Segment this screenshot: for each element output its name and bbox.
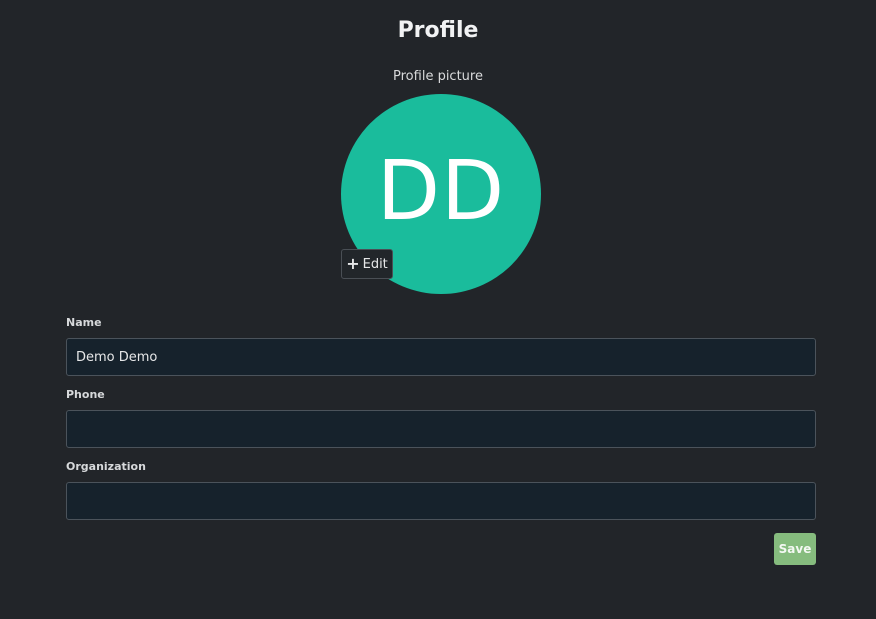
phone-input[interactable] (66, 410, 816, 448)
avatar-initials: DD (376, 144, 506, 239)
profile-picture-label: Profile picture (393, 69, 483, 84)
organization-input[interactable] (66, 482, 816, 520)
page-title: Profile (397, 18, 479, 43)
save-button[interactable]: Save (774, 533, 816, 565)
name-input[interactable] (66, 338, 816, 376)
name-label: Name (66, 316, 102, 329)
edit-button-label: Edit (362, 256, 388, 272)
organization-label: Organization (66, 460, 146, 473)
phone-label: Phone (66, 388, 105, 401)
edit-picture-button[interactable]: + Edit (341, 249, 393, 279)
profile-page: Profile Profile picture DD + Edit Name P… (0, 0, 876, 619)
plus-icon: + (346, 253, 360, 273)
